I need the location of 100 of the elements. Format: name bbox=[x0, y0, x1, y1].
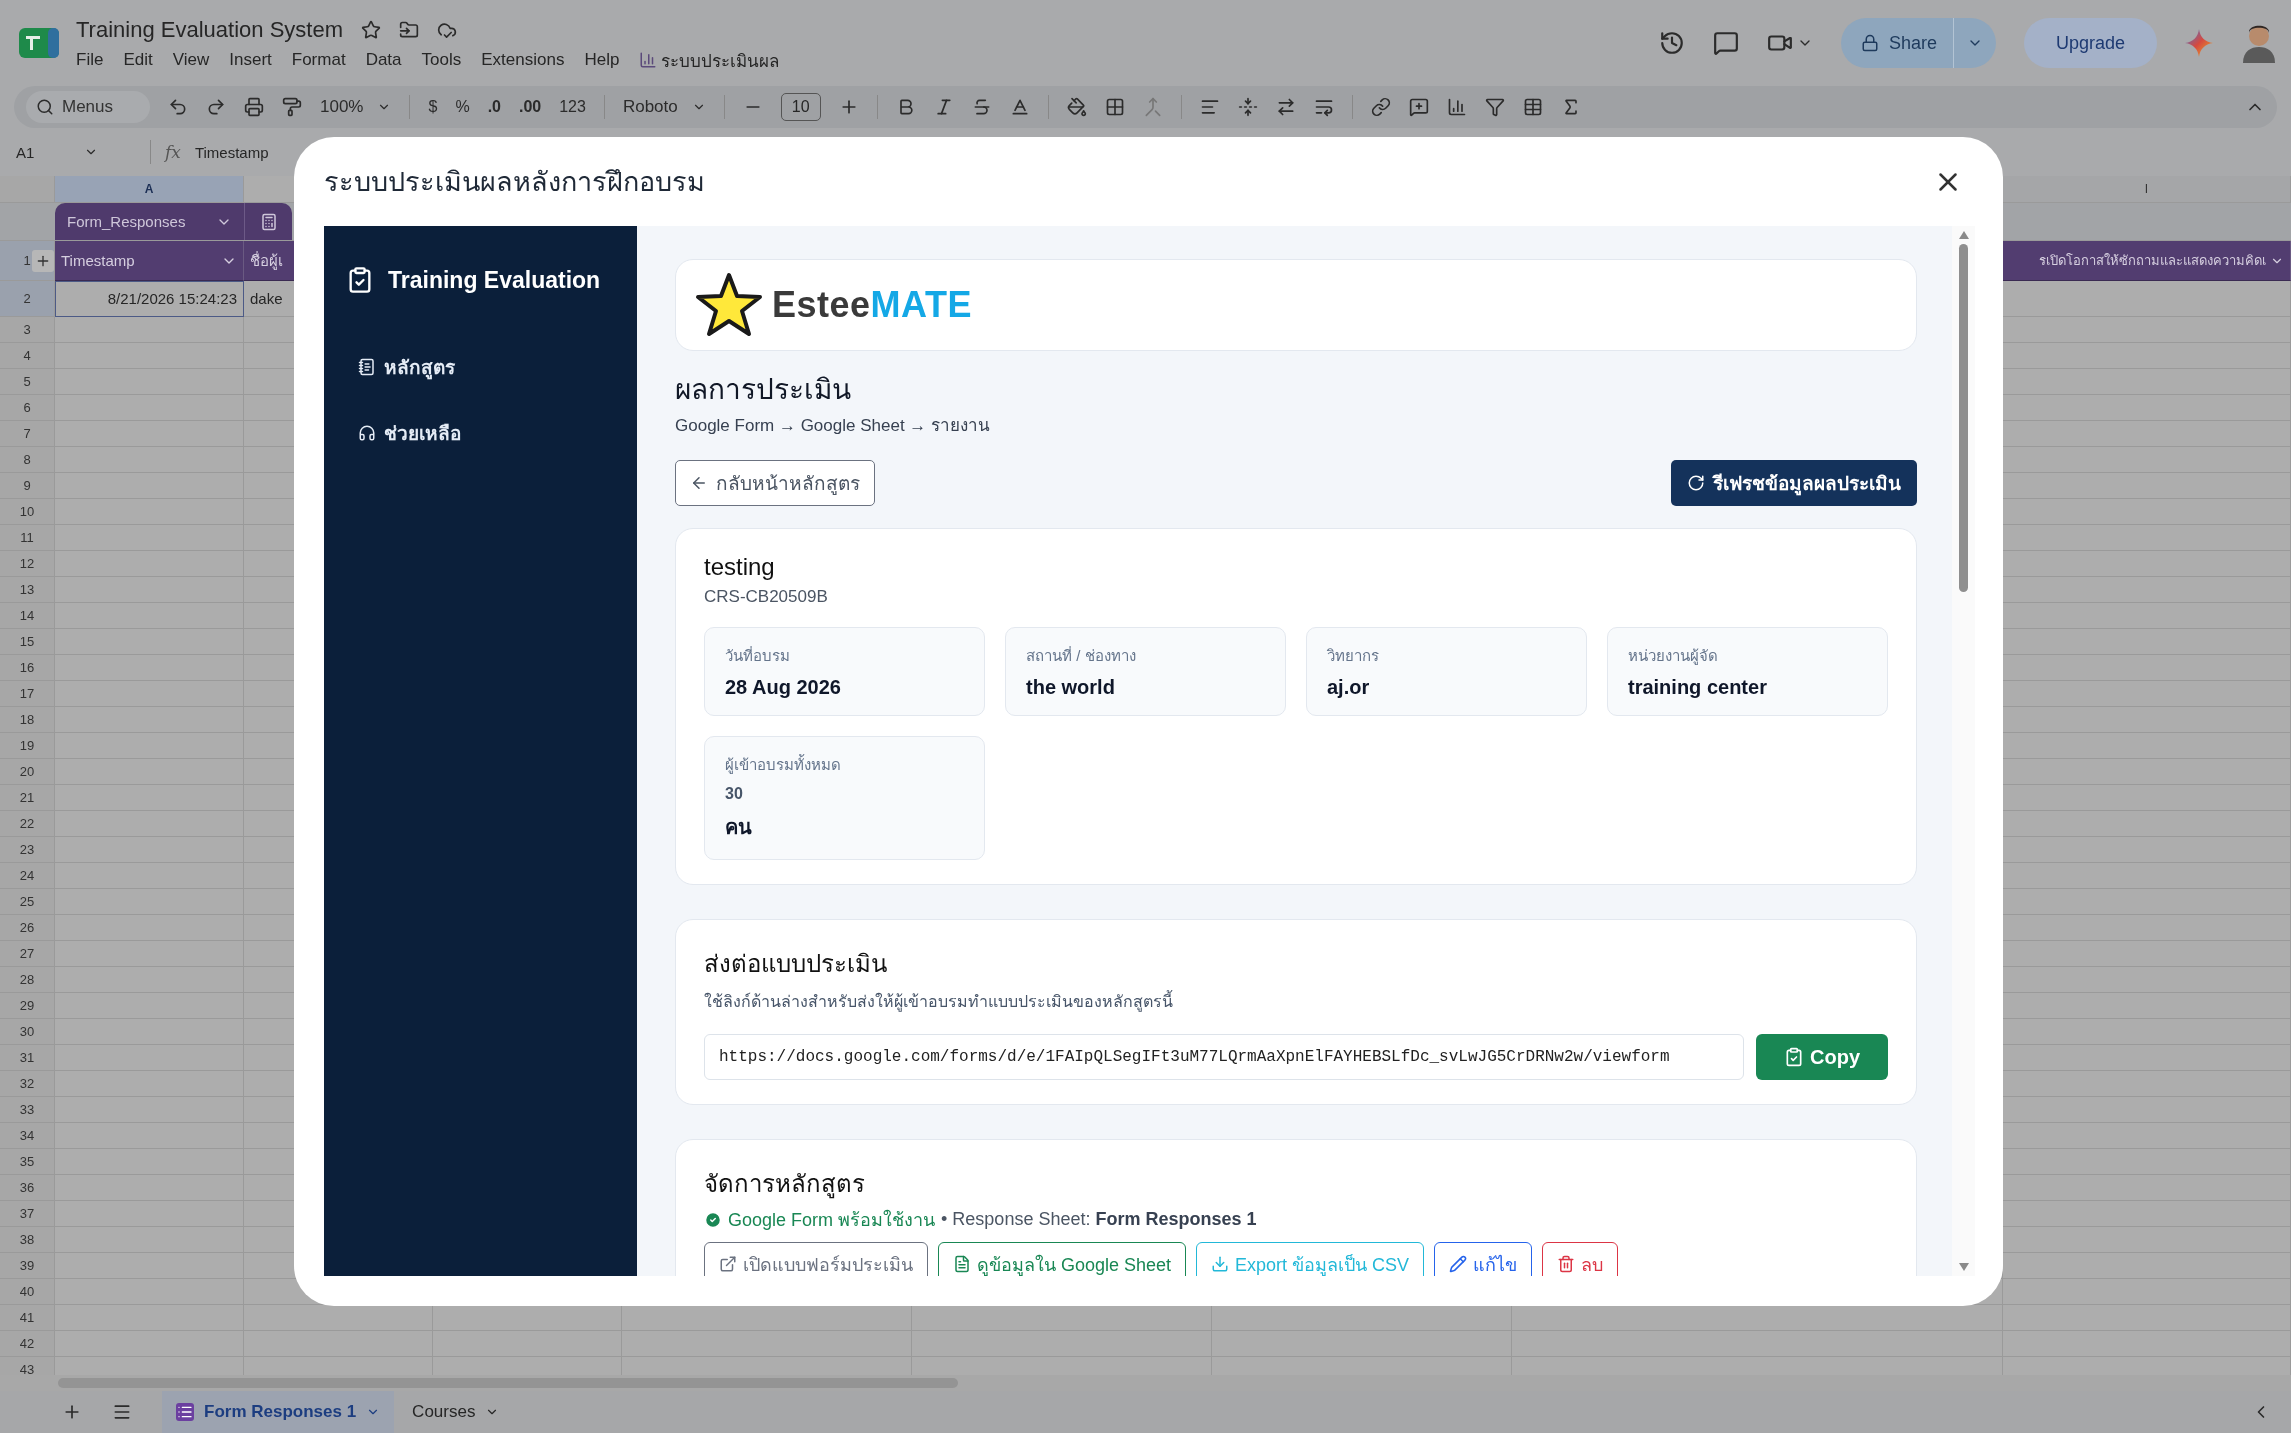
vertical-align-icon[interactable] bbox=[1237, 97, 1258, 117]
add-row-button[interactable] bbox=[32, 250, 54, 272]
increase-decimals[interactable]: .00 bbox=[518, 98, 542, 116]
document-title[interactable]: Training Evaluation System bbox=[76, 16, 343, 43]
vertical-scrollbar[interactable] bbox=[1952, 226, 1975, 1276]
row-number[interactable]: 9 bbox=[0, 473, 55, 499]
menu-item[interactable]: Data bbox=[365, 50, 402, 70]
print-icon[interactable] bbox=[244, 97, 264, 117]
row-number[interactable]: 5 bbox=[0, 369, 55, 395]
row-number[interactable]: 8 bbox=[0, 447, 55, 473]
link-field[interactable]: https://docs.google.com/forms/d/e/1FAIpQLSegIFt3uM77LQrmAaXpnElFAYHEBSLfDc_svLwJG5CrDRNw2w/viewform bbox=[704, 1034, 1744, 1080]
menu-item[interactable]: Format bbox=[291, 50, 346, 70]
filter-icon[interactable] bbox=[1484, 97, 1505, 117]
paint-roller-icon[interactable] bbox=[282, 97, 302, 117]
row-number[interactable]: 33 bbox=[0, 1097, 55, 1123]
row-number[interactable]: 41 bbox=[0, 1305, 55, 1331]
comment-icon[interactable] bbox=[1712, 30, 1739, 56]
text-rotation-icon[interactable] bbox=[1313, 97, 1334, 117]
scrollbar-thumb[interactable] bbox=[1959, 244, 1968, 592]
row-number[interactable]: 27 bbox=[0, 941, 55, 967]
action-button[interactable]: ดูข้อมูลใน Google Sheet bbox=[938, 1242, 1187, 1276]
menu-item[interactable]: ระบบประเมินผล bbox=[661, 46, 780, 74]
menu-item[interactable]: File bbox=[76, 50, 104, 70]
menu-item[interactable]: View bbox=[172, 50, 210, 70]
row-number[interactable]: 25 bbox=[0, 889, 55, 915]
row-number[interactable]: 17 bbox=[0, 681, 55, 707]
row-number[interactable]: 43 bbox=[0, 1357, 55, 1375]
borders-icon[interactable] bbox=[1104, 97, 1125, 117]
menu-item[interactable]: Help bbox=[584, 50, 620, 70]
menu-item[interactable]: Edit bbox=[123, 50, 153, 70]
action-button[interactable]: ลบ bbox=[1542, 1242, 1619, 1276]
avatar[interactable] bbox=[2241, 23, 2277, 63]
refresh-button[interactable]: รีเฟรชข้อมูลผลประเมิน bbox=[1671, 460, 1917, 506]
row-number[interactable]: 13 bbox=[0, 577, 55, 603]
row-number[interactable]: 4 bbox=[0, 343, 55, 369]
row-number[interactable]: 3 bbox=[0, 317, 55, 343]
currency-format[interactable]: $ bbox=[428, 98, 438, 116]
row-number[interactable]: 6 bbox=[0, 395, 55, 421]
sheet-tab[interactable]: Form Responses 1 bbox=[162, 1391, 395, 1433]
table-header-cell[interactable]: Timestamp bbox=[55, 241, 244, 281]
redo-icon[interactable] bbox=[206, 97, 226, 117]
table-icon[interactable] bbox=[1522, 97, 1543, 117]
row-number[interactable]: 16 bbox=[0, 655, 55, 681]
number-format[interactable]: 123 bbox=[559, 98, 586, 116]
menu-item[interactable]: Tools bbox=[421, 50, 462, 70]
copy-button[interactable]: Copy bbox=[1756, 1034, 1888, 1080]
chart-icon[interactable] bbox=[1446, 97, 1467, 117]
add-comment-icon[interactable] bbox=[1408, 97, 1429, 117]
menu-item[interactable]: Insert bbox=[229, 50, 272, 70]
row-number[interactable]: 32 bbox=[0, 1071, 55, 1097]
row-number[interactable]: 12 bbox=[0, 551, 55, 577]
search-field[interactable]: Menus bbox=[26, 91, 150, 123]
align-left-icon[interactable] bbox=[1199, 97, 1220, 117]
star-icon[interactable] bbox=[361, 19, 381, 40]
row-number[interactable]: 28 bbox=[0, 967, 55, 993]
row-number[interactable]: 38 bbox=[0, 1227, 55, 1253]
row-number[interactable]: 26 bbox=[0, 915, 55, 941]
scroll-down-icon[interactable] bbox=[1957, 1262, 1970, 1272]
undo-icon[interactable] bbox=[168, 97, 188, 117]
link-icon[interactable] bbox=[1370, 97, 1391, 117]
row-number[interactable]: 21 bbox=[0, 785, 55, 811]
row-number[interactable]: 36 bbox=[0, 1175, 55, 1201]
row-number[interactable]: 37 bbox=[0, 1201, 55, 1227]
column-header[interactable]: A bbox=[55, 176, 244, 203]
menu-icon[interactable] bbox=[112, 1402, 132, 1422]
row-number[interactable]: 19 bbox=[0, 733, 55, 759]
percent-format[interactable]: % bbox=[455, 98, 470, 116]
nav-item[interactable]: หลักสูตร bbox=[346, 342, 467, 392]
row-number[interactable]: 35 bbox=[0, 1149, 55, 1175]
row-number[interactable]: 23 bbox=[0, 837, 55, 863]
row-number[interactable]: 39 bbox=[0, 1253, 55, 1279]
row-number[interactable]: 15 bbox=[0, 629, 55, 655]
font-dropdown[interactable]: Roboto bbox=[622, 97, 706, 117]
table-menu-button[interactable] bbox=[244, 203, 292, 240]
row-number[interactable]: 7 bbox=[0, 421, 55, 447]
table-name-chip[interactable]: Form_Responses bbox=[55, 203, 244, 240]
action-button[interactable]: แก้ไข bbox=[1434, 1242, 1533, 1276]
column-header[interactable]: I bbox=[2003, 176, 2291, 203]
font-size-field[interactable]: 10 bbox=[780, 93, 821, 121]
table-header-cell[interactable]: รเปิดโอกาสให้ซักถามและแสดงความคิดเ bbox=[2003, 241, 2291, 281]
scroll-up-icon[interactable] bbox=[1957, 230, 1970, 240]
row-number[interactable]: 22 bbox=[0, 811, 55, 837]
nav-item[interactable]: ช่วยเหลือ bbox=[346, 408, 473, 458]
row-number[interactable]: 29 bbox=[0, 993, 55, 1019]
row-number[interactable]: 18 bbox=[0, 707, 55, 733]
cell-reference[interactable]: A1 bbox=[16, 143, 35, 161]
row-number[interactable]: 40 bbox=[0, 1279, 55, 1305]
row-number[interactable]: 10 bbox=[0, 499, 55, 525]
row-number[interactable]: 14 bbox=[0, 603, 55, 629]
row-number[interactable]: 34 bbox=[0, 1123, 55, 1149]
menu-item[interactable]: Extensions bbox=[481, 50, 565, 70]
zoom-dropdown[interactable]: 100% bbox=[320, 97, 392, 117]
row-number[interactable]: 31 bbox=[0, 1045, 55, 1071]
row-number[interactable]: 11 bbox=[0, 525, 55, 551]
folder-icon[interactable] bbox=[399, 19, 419, 40]
action-button[interactable]: เปิดแบบฟอร์มประเมิน bbox=[704, 1242, 928, 1276]
horizontal-scrollbar[interactable] bbox=[0, 1375, 2291, 1391]
sheet-tab[interactable]: Courses bbox=[398, 1391, 514, 1433]
sheets-logo[interactable] bbox=[18, 27, 60, 59]
upgrade-button[interactable]: Upgrade bbox=[2023, 18, 2157, 68]
